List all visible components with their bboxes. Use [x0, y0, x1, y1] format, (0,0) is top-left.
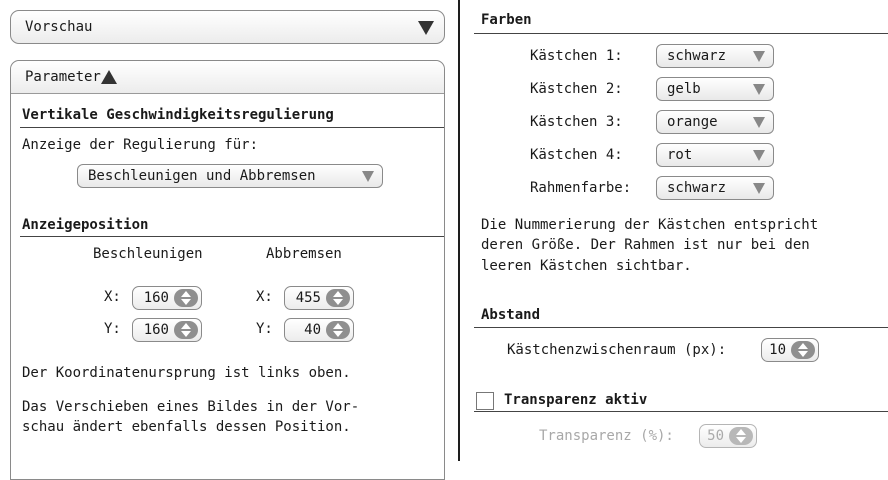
frame-color-value: schwarz	[667, 180, 727, 196]
brake-y-value: 40	[304, 322, 321, 338]
section-divider	[20, 127, 444, 128]
box1-color-dropdown[interactable]: schwarz	[656, 44, 774, 68]
collapse-icon[interactable]	[100, 70, 117, 84]
colors-section-title: Farben	[481, 12, 532, 28]
spacing-section-title: Abstand	[481, 307, 541, 323]
box3-color-value: orange	[667, 114, 718, 130]
accel-y-label: Y:	[104, 321, 121, 337]
display-mode-value: Beschleunigen und Abbremsen	[88, 168, 316, 184]
transparency-value: 50	[707, 428, 724, 444]
accel-y-value: 160	[143, 322, 169, 338]
box2-label: Kästchen 2:	[530, 81, 623, 97]
box4-color-dropdown[interactable]: rot	[656, 143, 774, 167]
accel-y-spinner[interactable]: 160	[132, 318, 202, 342]
column-divider	[458, 0, 460, 461]
position-section-title: Anzeigeposition	[22, 217, 149, 233]
box3-label: Kästchen 3:	[530, 114, 623, 130]
parameter-panel: Parameter	[10, 60, 445, 480]
brake-y-label: Y:	[256, 321, 273, 337]
chevron-down-icon	[753, 84, 765, 95]
expand-icon[interactable]	[418, 21, 434, 35]
origin-note: Der Koordinatenursprung ist links oben.	[22, 365, 351, 381]
spacing-label: Kästchenzwischenraum (px):	[507, 342, 727, 358]
accel-column-header: Beschleunigen	[93, 246, 203, 262]
section-divider	[474, 327, 888, 328]
box2-color-dropdown[interactable]: gelb	[656, 77, 774, 101]
transparency-spinner[interactable]: 50	[699, 424, 757, 448]
accel-x-spinner[interactable]: 160	[132, 286, 202, 310]
stepper-icon[interactable]	[326, 321, 350, 339]
section-divider	[474, 411, 888, 412]
chevron-down-icon	[753, 183, 765, 194]
brake-y-spinner[interactable]: 40	[284, 318, 354, 342]
stepper-icon[interactable]	[729, 427, 753, 445]
box2-color-value: gelb	[667, 81, 701, 97]
box1-color-value: schwarz	[667, 48, 727, 64]
chevron-down-icon	[362, 171, 374, 182]
box4-color-value: rot	[667, 147, 693, 163]
parameter-panel-title: Parameter	[25, 69, 101, 85]
chevron-down-icon	[753, 117, 765, 128]
brake-x-spinner[interactable]: 455	[284, 286, 354, 310]
stepper-icon[interactable]	[791, 341, 815, 359]
vertical-section-title: Vertikale Geschwindigkeitsregulierung	[22, 107, 334, 123]
chevron-down-icon	[753, 150, 765, 161]
frame-color-label: Rahmenfarbe:	[530, 180, 632, 196]
section-divider	[20, 236, 444, 237]
parameter-panel-header[interactable]: Parameter	[11, 61, 444, 94]
transparency-checkbox-label[interactable]: Transparenz aktiv	[504, 392, 647, 408]
display-label: Anzeige der Regulierung für:	[22, 137, 259, 153]
move-note-line1: Das Verschieben eines Bildes in der Vor-	[22, 399, 360, 415]
box3-color-dropdown[interactable]: orange	[656, 110, 774, 134]
display-mode-dropdown[interactable]: Beschleunigen und Abbremsen	[77, 164, 383, 188]
frame-color-dropdown[interactable]: schwarz	[656, 176, 774, 200]
stepper-icon[interactable]	[326, 289, 350, 307]
brake-x-value: 455	[295, 290, 321, 306]
preview-panel-header[interactable]: Vorschau	[10, 10, 445, 44]
move-note-line2: schau ändert ebenfalls dessen Position.	[22, 419, 351, 435]
spacing-spinner[interactable]: 10	[761, 338, 819, 362]
section-divider	[474, 33, 888, 34]
brake-column-header: Abbremsen	[266, 246, 342, 262]
accel-x-label: X:	[104, 289, 121, 305]
colors-note-line2: deren Größe. Der Rahmen ist nur bei den	[481, 237, 810, 253]
box4-label: Kästchen 4:	[530, 147, 623, 163]
preview-panel-title: Vorschau	[25, 19, 93, 35]
brake-x-label: X:	[256, 289, 273, 305]
stepper-icon[interactable]	[174, 321, 198, 339]
colors-note-line1: Die Nummerierung der Kästchen entspricht	[481, 217, 819, 233]
accel-x-value: 160	[143, 290, 169, 306]
transparency-checkbox[interactable]	[476, 392, 494, 410]
box1-label: Kästchen 1:	[530, 48, 623, 64]
spacing-value: 10	[769, 342, 786, 358]
colors-note-line3: leeren Kästchen sichtbar.	[481, 258, 692, 274]
transparency-label: Transparenz (%):	[539, 428, 674, 444]
chevron-down-icon	[753, 51, 765, 62]
stepper-icon[interactable]	[174, 289, 198, 307]
